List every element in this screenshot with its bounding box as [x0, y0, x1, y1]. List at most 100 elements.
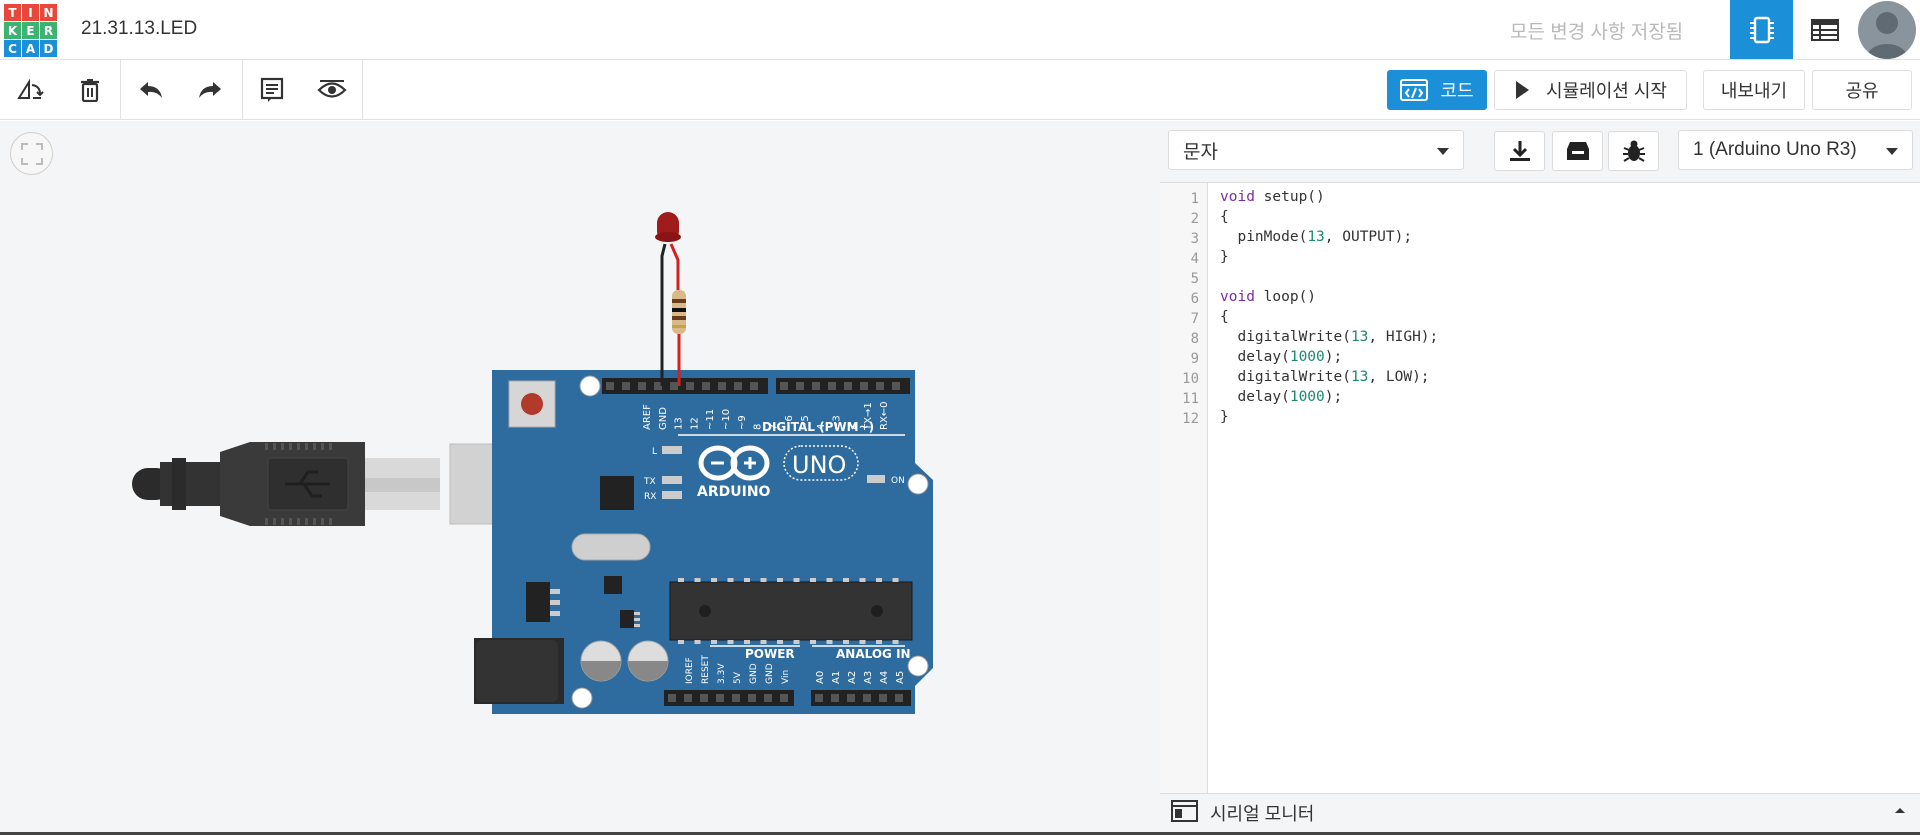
header-pin[interactable]	[863, 694, 871, 702]
code-button-label: 코드	[1440, 81, 1474, 101]
led-component[interactable]	[655, 207, 681, 242]
components-list-button[interactable]	[1793, 0, 1856, 59]
header-pin[interactable]	[831, 694, 839, 702]
play-icon	[1516, 81, 1530, 99]
header-pin[interactable]	[750, 382, 758, 390]
chip-pin	[760, 640, 767, 644]
chip-pin	[760, 578, 767, 582]
line-number: 6	[1190, 291, 1199, 307]
chip-pin	[711, 640, 717, 644]
header-pin[interactable]	[812, 382, 820, 390]
header-pin[interactable]	[606, 382, 614, 390]
header-pin[interactable]	[844, 382, 852, 390]
table-icon	[1810, 18, 1839, 41]
code-line: delay(1000);	[1220, 349, 1343, 365]
code-line: }	[1220, 249, 1229, 265]
pin-label: 12	[689, 417, 700, 430]
header-pin[interactable]	[796, 382, 804, 390]
header-pin[interactable]	[847, 694, 855, 702]
chip-pin	[876, 578, 882, 582]
chip-pin	[711, 578, 717, 582]
tinkercad-app: TINKERCAD 21.31.13.LED 모든 변경 사항 저장됨 코드 시…	[0, 0, 1920, 835]
pin-label: RX←0	[879, 401, 890, 430]
header-pin[interactable]	[876, 382, 884, 390]
chip-pin	[694, 640, 701, 644]
pin-label: ~11	[705, 409, 716, 430]
header-pin[interactable]	[815, 694, 823, 702]
debugger-button[interactable]	[1608, 131, 1659, 171]
header-pin[interactable]	[732, 694, 740, 702]
header-pin[interactable]	[734, 382, 742, 390]
header-pin[interactable]	[702, 382, 710, 390]
header-pin[interactable]	[716, 694, 724, 702]
header-pin[interactable]	[879, 694, 887, 702]
bug-icon	[1622, 140, 1645, 162]
code-mode-select[interactable]: 문자	[1168, 130, 1464, 170]
resistor-component[interactable]	[672, 290, 686, 334]
header-pin[interactable]	[638, 382, 646, 390]
share-label: 공유	[1845, 81, 1879, 101]
pin-label: ~9	[737, 415, 748, 430]
ground-wire[interactable]	[660, 243, 667, 386]
download-icon	[1509, 141, 1530, 161]
archive-box-icon	[1566, 142, 1589, 160]
pin-label: A0	[815, 671, 826, 684]
header-pin[interactable]	[780, 694, 788, 702]
chip-pin	[727, 640, 734, 644]
code-line: {	[1220, 209, 1229, 225]
line-number: 8	[1190, 331, 1199, 347]
header-pin[interactable]	[718, 382, 726, 390]
libraries-button[interactable]	[1552, 131, 1603, 171]
pin-label: GND	[658, 407, 669, 430]
line-number: 9	[1190, 351, 1199, 367]
header-pin[interactable]	[700, 694, 708, 702]
user-avatar[interactable]	[1858, 1, 1916, 59]
chip-pin	[810, 640, 816, 644]
chip-pin	[876, 640, 882, 644]
header-pin[interactable]	[686, 382, 694, 390]
tx-led-label: TX	[643, 477, 656, 487]
header-pin[interactable]	[828, 382, 836, 390]
pin-label: GND	[765, 663, 775, 684]
export-label: 내보내기	[1720, 81, 1788, 101]
header-pin[interactable]	[860, 382, 868, 390]
chip-pin	[826, 578, 833, 582]
share-button[interactable]: 공유	[1812, 70, 1912, 110]
circuit-view-button[interactable]	[1730, 0, 1793, 59]
start-simulation-button[interactable]: 시뮬레이션 시작	[1494, 70, 1687, 110]
export-button[interactable]: 내보내기	[1703, 70, 1805, 110]
device-select[interactable]: 1 (Arduino Uno R3)	[1678, 130, 1913, 170]
chip-pin	[744, 640, 750, 644]
header-pin[interactable]	[892, 382, 900, 390]
save-status: 모든 변경 사항 저장됨	[1510, 22, 1684, 43]
pin-label: RESET	[701, 655, 711, 684]
chip-pin	[777, 640, 783, 644]
code-line: }	[1220, 409, 1229, 425]
pin-label: ~10	[721, 409, 732, 430]
chevron-up-icon[interactable]	[1894, 806, 1906, 814]
serial-monitor-icon	[1171, 800, 1198, 822]
download-code-button[interactable]	[1494, 131, 1545, 171]
header-pin[interactable]	[670, 382, 678, 390]
header-pin[interactable]	[748, 694, 756, 702]
arduino-uno-board[interactable]: AREF GND 13 12 ~11 ~10 ~9 8 7 ~6 ~5 4 ~3 2 TX→1 RX←0 DI…	[474, 370, 933, 714]
header-pin[interactable]	[668, 694, 676, 702]
header-pin[interactable]	[764, 694, 772, 702]
header-pin[interactable]	[684, 694, 692, 702]
chip-pin	[678, 578, 684, 582]
pin-label: A1	[831, 671, 842, 684]
chip-pin	[727, 578, 734, 582]
rx-led-label: RX	[644, 492, 656, 502]
breadboard-icon	[1749, 16, 1774, 43]
header-pin[interactable]	[622, 382, 630, 390]
l-led-label: L	[652, 447, 657, 457]
header-pin[interactable]	[780, 382, 788, 390]
pin-label: A3	[863, 671, 874, 684]
chip-pin	[859, 578, 866, 582]
code-line: pinMode(13, OUTPUT);	[1220, 229, 1413, 245]
code-button[interactable]: 코드	[1387, 70, 1487, 110]
chevron-down-icon	[1886, 148, 1898, 155]
header-pin[interactable]	[895, 694, 903, 702]
signal-wire[interactable]	[669, 243, 680, 290]
pin-label: 5V	[733, 671, 743, 684]
